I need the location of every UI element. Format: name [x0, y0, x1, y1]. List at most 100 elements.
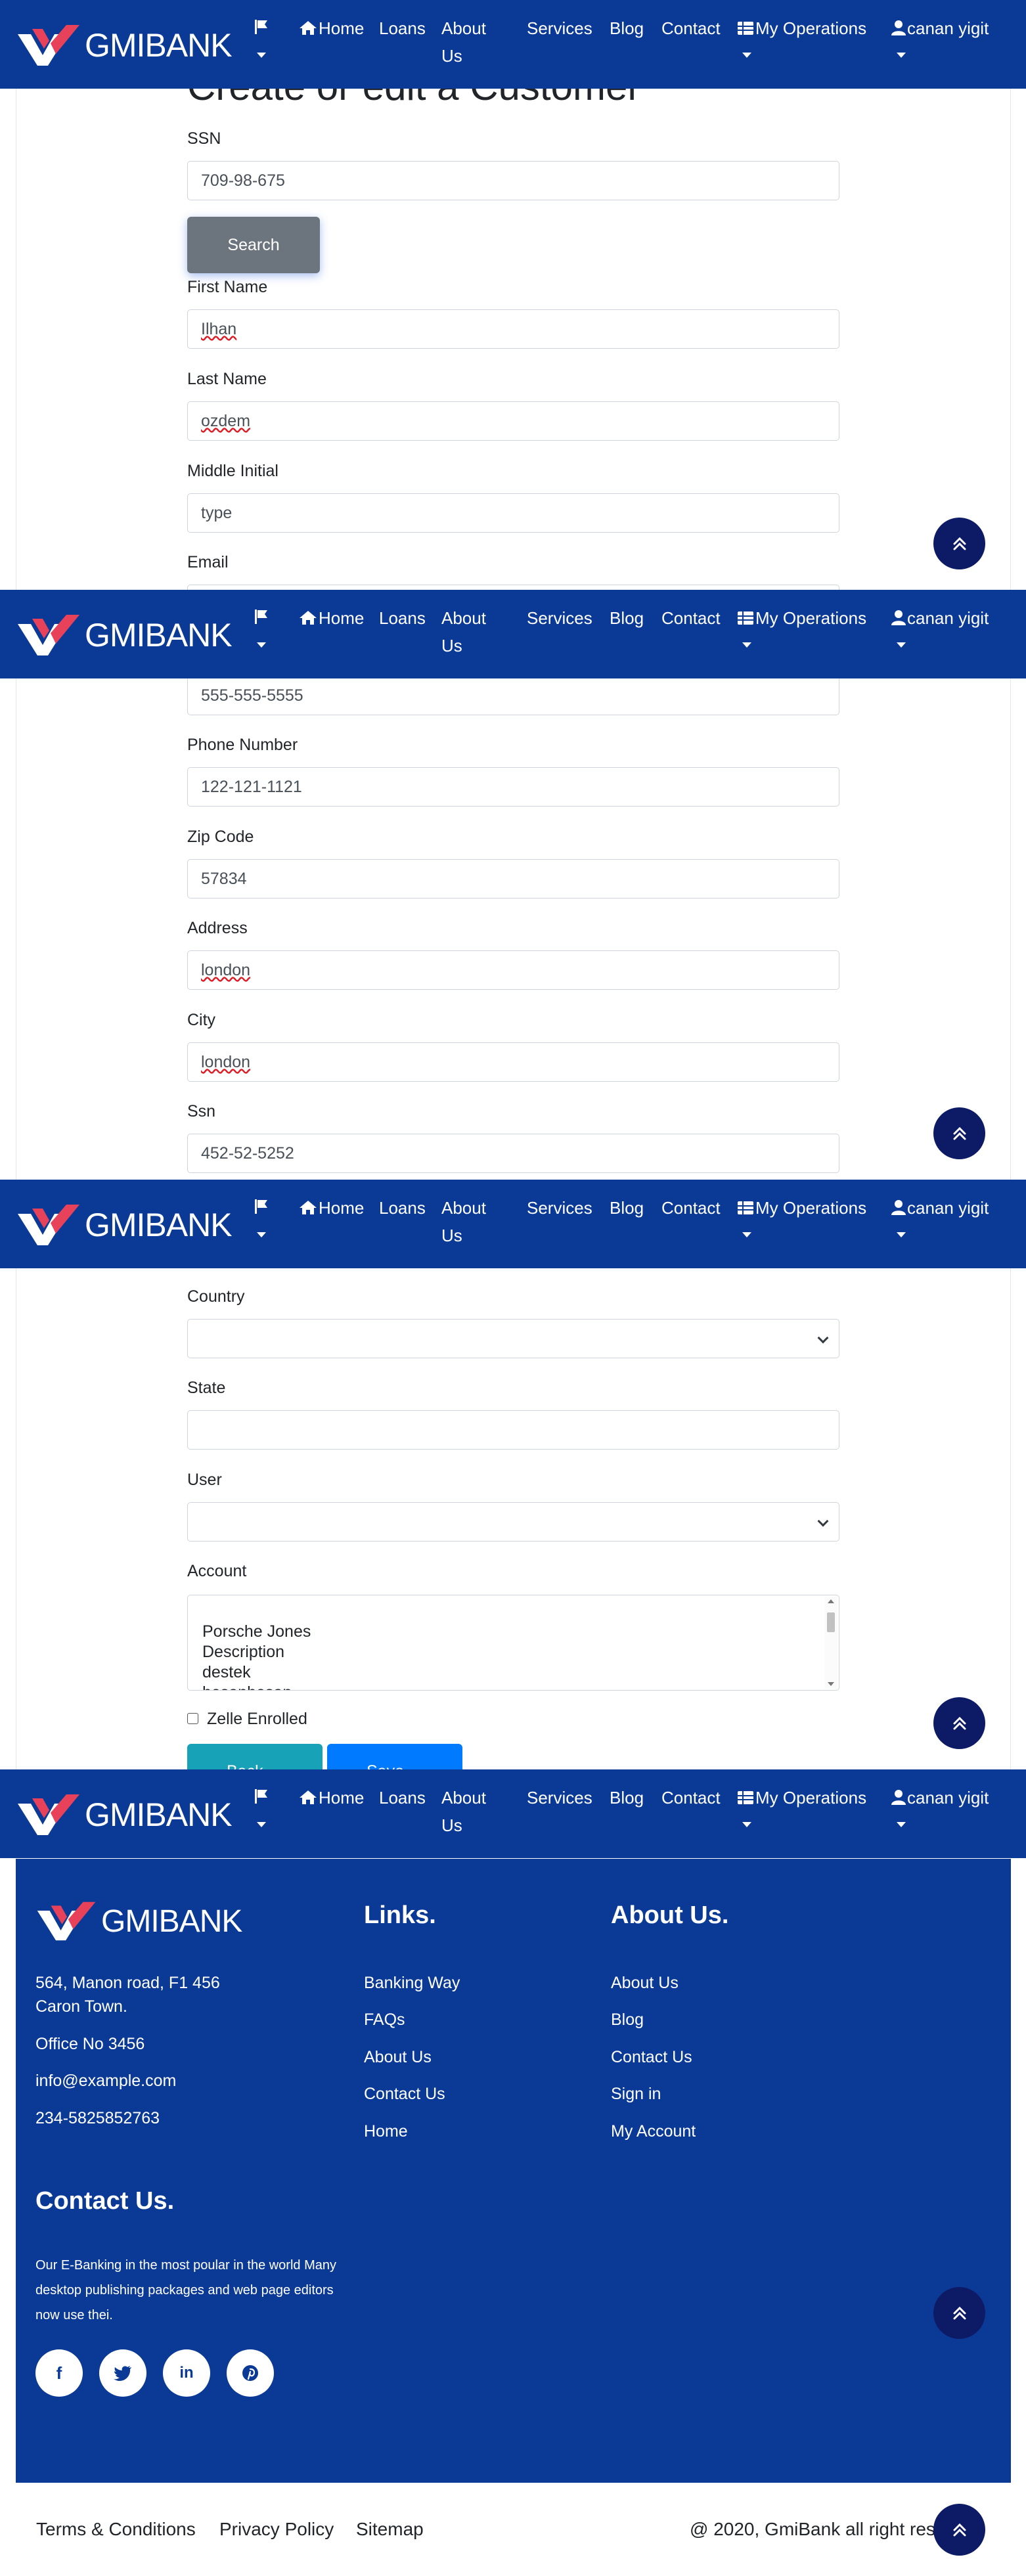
sitemap-link[interactable]: Sitemap [356, 2519, 424, 2540]
nav-contact[interactable]: Contact [661, 14, 721, 42]
nav-about[interactable]: About Us [441, 1784, 486, 1839]
zelle-enrolled-label: Zelle Enrolled [207, 1710, 307, 1728]
scroll-top-button[interactable] [933, 2287, 985, 2339]
nav-loans[interactable]: Loans [379, 1194, 426, 1222]
logo-icon [37, 1901, 96, 1941]
pinterest-icon[interactable] [227, 2349, 274, 2397]
twitter-icon[interactable] [99, 2349, 146, 2397]
brand-logo[interactable]: GMIBANK [16, 612, 233, 658]
country-select[interactable] [187, 1319, 839, 1358]
city-input[interactable]: london [187, 1042, 839, 1082]
nav-services[interactable]: Services [527, 604, 592, 632]
nav-loans[interactable]: Loans [379, 1784, 426, 1811]
nav-home[interactable]: Home [299, 14, 364, 42]
nav-blog[interactable]: Blog [610, 1784, 644, 1811]
zip-code-label: Zip Code [187, 828, 254, 846]
account-option[interactable]: hesaphesap [202, 1683, 839, 1690]
nav-services[interactable]: Services [527, 1194, 592, 1222]
zip-code-input[interactable]: 57834 [187, 859, 839, 899]
scroll-top-button[interactable] [933, 518, 985, 569]
ssn-search-input[interactable]: 709-98-675 [187, 161, 839, 200]
nav-blog[interactable]: Blog [610, 14, 644, 42]
nav-user-menu[interactable]: canan yigit [891, 604, 989, 648]
footer-phone[interactable]: 234-5825852763 [35, 2106, 160, 2130]
brand-logo[interactable]: GMIBANK [16, 1792, 233, 1838]
nav-blog[interactable]: Blog [610, 1194, 644, 1222]
double-chevron-up-icon [953, 2306, 966, 2319]
nav-contact[interactable]: Contact [661, 604, 721, 632]
facebook-icon[interactable]: f [35, 2349, 83, 2397]
nav-home[interactable]: Home [299, 604, 364, 632]
footer-about-link-contact-us[interactable]: Contact Us [611, 2045, 692, 2069]
brand-logo[interactable]: GMIBANK [16, 1202, 233, 1248]
language-menu[interactable] [253, 1784, 271, 1827]
linkedin-icon[interactable]: in [163, 2349, 210, 2397]
nav-my-operations[interactable]: My Operations [737, 1194, 866, 1237]
language-menu[interactable] [253, 1194, 271, 1237]
brand-logo[interactable]: GMIBANK [16, 22, 233, 68]
nav-user-menu[interactable]: canan yigit [891, 14, 989, 58]
nav-about[interactable]: About Us [441, 1194, 486, 1249]
account-option[interactable]: destek [202, 1662, 839, 1683]
nav-services[interactable]: Services [527, 14, 592, 42]
terms-link[interactable]: Terms & Conditions [36, 2519, 196, 2540]
footer-logo[interactable]: GMIBANK [35, 1899, 242, 1943]
footer-about-link-sign-in[interactable]: Sign in [611, 2082, 661, 2106]
home-icon [300, 611, 317, 625]
nav-home[interactable]: Home [299, 1784, 364, 1811]
footer-link-faqs[interactable]: FAQs [364, 2008, 405, 2032]
about-heading: About Us. [611, 1901, 729, 1929]
account-scrollbar[interactable] [824, 1597, 837, 1689]
nav-home[interactable]: Home [299, 1194, 364, 1222]
nav-loans[interactable]: Loans [379, 14, 426, 42]
mobile-phone-input[interactable]: 555-555-5555 [187, 676, 839, 715]
scroll-top-button[interactable] [933, 1697, 985, 1749]
scroll-top-button[interactable] [933, 1107, 985, 1159]
account-multiselect[interactable]: Porsche Jones Description destek hesaphe… [187, 1595, 839, 1691]
account-option[interactable]: Description [202, 1642, 839, 1662]
state-input[interactable] [187, 1410, 839, 1450]
last-name-input[interactable]: ozdem [187, 401, 839, 441]
zelle-enrolled-checkbox[interactable] [187, 1713, 198, 1724]
nav-my-operations[interactable]: My Operations [737, 1784, 866, 1827]
search-button[interactable]: Search [187, 217, 320, 273]
nav-my-operations[interactable]: My Operations [737, 14, 866, 58]
flag-icon [255, 20, 267, 34]
footer-about-link-blog[interactable]: Blog [611, 2008, 644, 2032]
first-name-input[interactable]: Ilhan [187, 309, 839, 349]
nav-about[interactable]: About Us [441, 14, 486, 70]
footer-link-about-us[interactable]: About Us [364, 2045, 432, 2069]
footer-about-link-about-us[interactable]: About Us [611, 1971, 679, 1995]
account-option[interactable]: Porsche Jones [202, 1622, 839, 1642]
chevron-down-icon [817, 1332, 829, 1344]
nav-services[interactable]: Services [527, 1784, 592, 1811]
scroll-top-button[interactable] [933, 2504, 985, 2556]
privacy-policy-link[interactable]: Privacy Policy [219, 2519, 334, 2540]
nav-user-menu[interactable]: canan yigit [891, 1194, 989, 1237]
home-icon [300, 21, 317, 35]
footer-link-banking-way[interactable]: Banking Way [364, 1971, 460, 1995]
footer-link-home[interactable]: Home [364, 2120, 408, 2143]
language-menu[interactable] [253, 604, 271, 648]
nav-my-operations[interactable]: My Operations [737, 604, 866, 648]
address-input[interactable]: london [187, 950, 839, 990]
middle-initial-input[interactable]: type [187, 493, 839, 533]
footer-address-line1: 564, Manon road, F1 456 [35, 1974, 220, 1992]
ssn-input[interactable]: 452-52-5252 [187, 1134, 839, 1173]
footer: GMIBANK 564, Manon road, F1 456 Caron To… [16, 1859, 1011, 2483]
city-label: City [187, 1011, 216, 1029]
footer-email[interactable]: info@example.com [35, 2069, 176, 2093]
language-menu[interactable] [253, 14, 271, 58]
footer-about-link-my-account[interactable]: My Account [611, 2120, 696, 2143]
user-icon [891, 20, 906, 35]
nav-contact[interactable]: Contact [661, 1784, 721, 1811]
footer-link-contact-us[interactable]: Contact Us [364, 2082, 445, 2106]
user-select[interactable] [187, 1502, 839, 1542]
nav-about[interactable]: About Us [441, 604, 486, 659]
flag-icon [255, 1199, 267, 1214]
phone-number-input[interactable]: 122-121-1121 [187, 767, 839, 807]
nav-blog[interactable]: Blog [610, 604, 644, 632]
nav-contact[interactable]: Contact [661, 1194, 721, 1222]
nav-loans[interactable]: Loans [379, 604, 426, 632]
nav-user-menu[interactable]: canan yigit [891, 1784, 989, 1827]
